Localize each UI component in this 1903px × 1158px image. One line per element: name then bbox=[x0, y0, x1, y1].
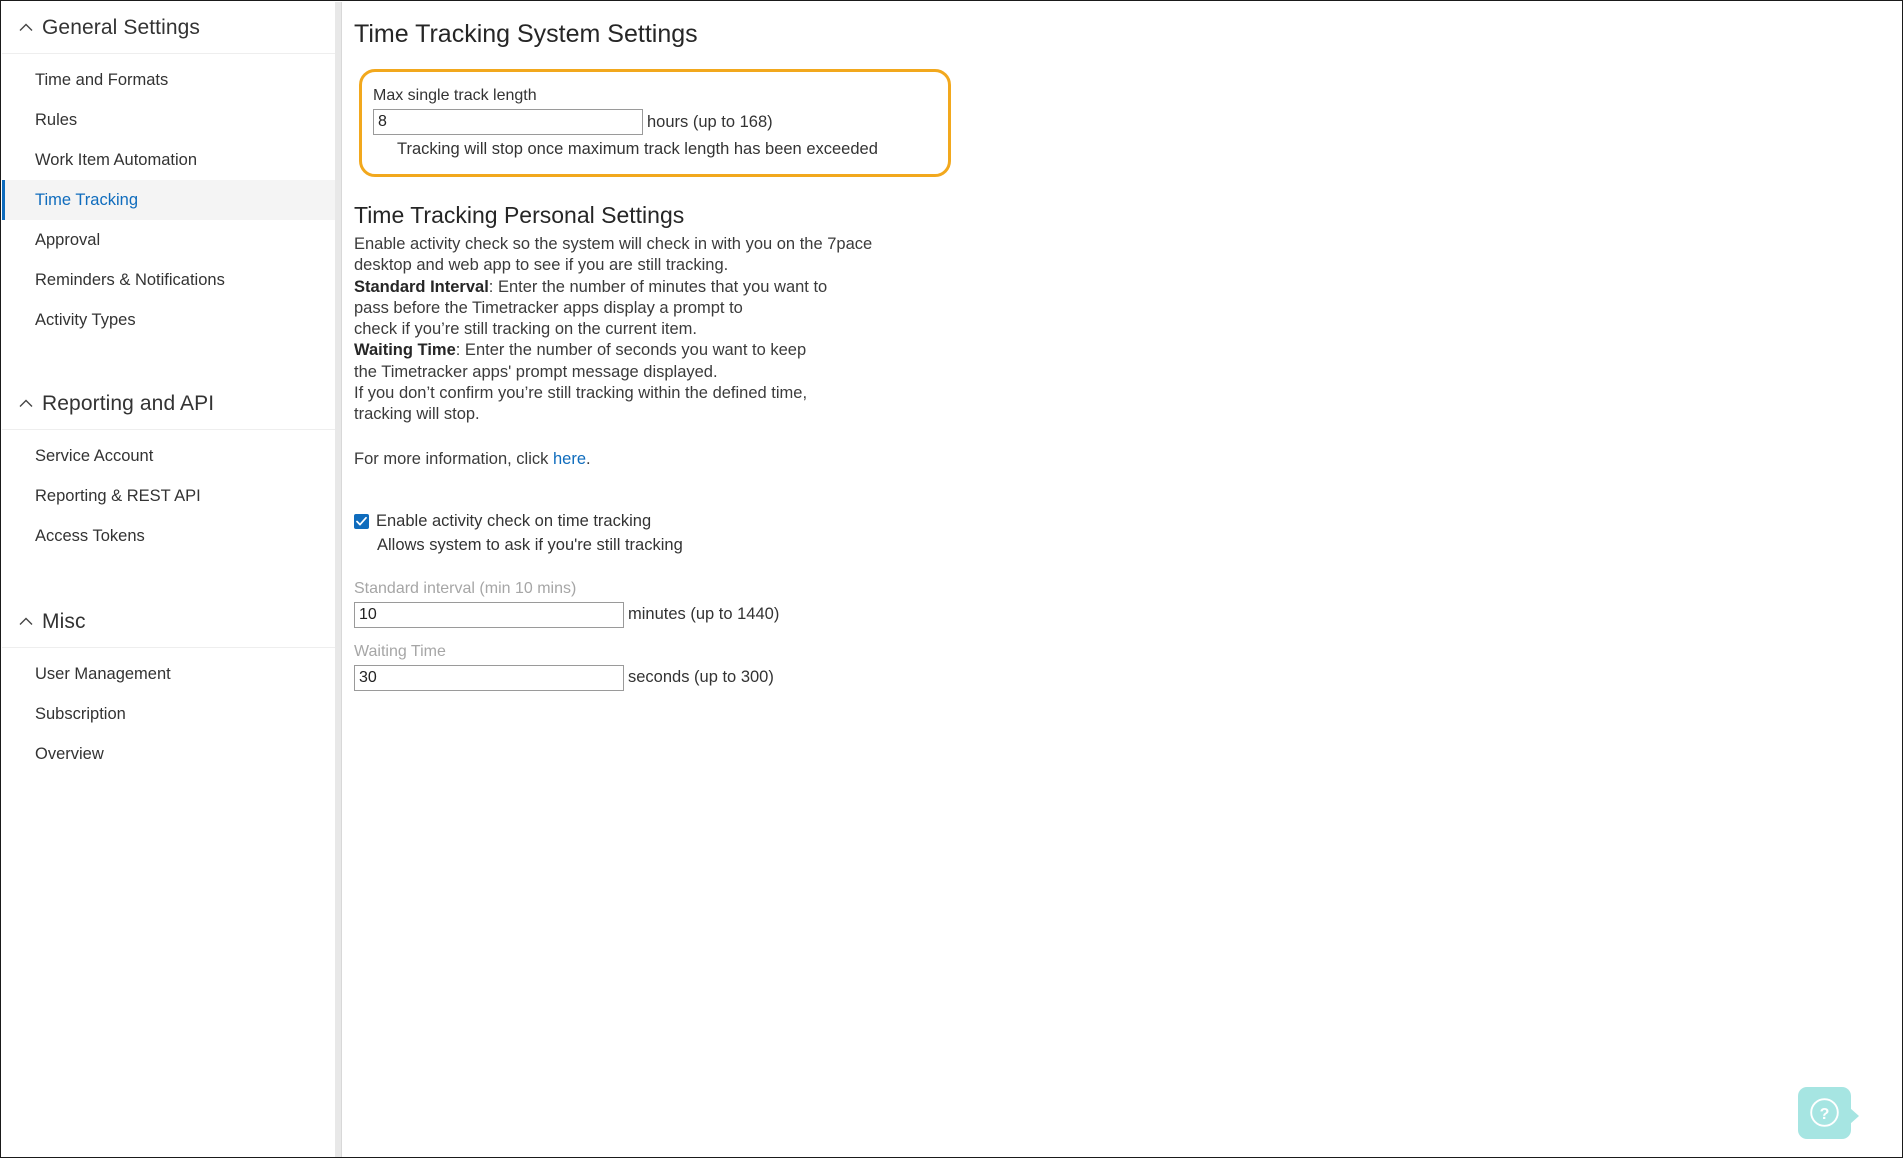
sidebar-item-rules[interactable]: Rules bbox=[2, 100, 335, 140]
nav-group-title: Reporting and API bbox=[42, 391, 215, 415]
sidebar-item-label: Reporting & REST API bbox=[35, 486, 201, 505]
standard-interval-label: Standard interval (min 10 mins) bbox=[354, 579, 577, 597]
nav-group-reporting-and-api[interactable]: Reporting and API bbox=[2, 378, 335, 430]
waiting-time-line-2: the Timetracker apps' prompt message dis… bbox=[354, 362, 718, 381]
chevron-up-icon bbox=[16, 18, 36, 38]
standard-interval-term: Standard Interval bbox=[354, 277, 489, 296]
sidebar-item-time-and-formats[interactable]: Time and Formats bbox=[2, 60, 335, 100]
sidebar-item-label: Subscription bbox=[35, 704, 126, 723]
nav-items-misc: User Management Subscription Overview bbox=[2, 648, 335, 774]
more-information-link[interactable]: here bbox=[553, 450, 586, 468]
sidebar-item-service-account[interactable]: Service Account bbox=[2, 436, 335, 476]
chevron-up-icon bbox=[16, 612, 36, 632]
nav-group-general-settings[interactable]: General Settings bbox=[2, 2, 335, 54]
sidebar-item-access-tokens[interactable]: Access Tokens bbox=[2, 516, 335, 556]
svg-text:?: ? bbox=[1820, 1106, 1830, 1123]
activity-check-row: Enable activity check on time tracking bbox=[354, 511, 1901, 532]
sidebar-item-label: Time and Formats bbox=[35, 70, 169, 89]
sidebar-item-user-management[interactable]: User Management bbox=[2, 654, 335, 694]
nav-items-general-settings: Time and Formats Rules Work Item Automat… bbox=[2, 54, 335, 340]
enable-activity-check-label: Enable activity check on time tracking bbox=[376, 511, 652, 530]
sidebar-item-activity-types[interactable]: Activity Types bbox=[2, 300, 335, 340]
personal-settings-heading: Time Tracking Personal Settings bbox=[354, 202, 685, 228]
sidebar-item-reporting-rest-api[interactable]: Reporting & REST API bbox=[2, 476, 335, 516]
enable-activity-check-checkbox[interactable] bbox=[354, 513, 369, 529]
waiting-time-line-1: : Enter the number of seconds you want t… bbox=[455, 341, 807, 360]
nav-group-spacer bbox=[2, 556, 335, 596]
waiting-time-row: seconds (up to 300) bbox=[354, 664, 1901, 691]
max-track-length-highlight-box: Max single track length hours (up to 168… bbox=[359, 69, 951, 177]
more-information-text: For more information, click here. bbox=[354, 449, 974, 470]
standard-interval-input[interactable] bbox=[354, 601, 624, 628]
settings-sidebar: General Settings Time and Formats Rules … bbox=[2, 2, 335, 1157]
waiting-time-term: Waiting Time bbox=[354, 341, 456, 360]
sidebar-item-subscription[interactable]: Subscription bbox=[2, 694, 335, 734]
max-track-length-hint: Tracking will stop once maximum track le… bbox=[397, 140, 878, 158]
question-mark-icon: ? bbox=[1809, 1097, 1840, 1133]
sidebar-item-label: Rules bbox=[35, 110, 78, 129]
sidebar-item-time-tracking[interactable]: Time Tracking bbox=[2, 180, 335, 220]
standard-interval-line-3: check if you’re still tracking on the cu… bbox=[354, 320, 697, 339]
sidebar-item-overview[interactable]: Overview bbox=[2, 734, 335, 774]
sidebar-item-work-item-automation[interactable]: Work Item Automation bbox=[2, 140, 335, 180]
settings-page: General Settings Time and Formats Rules … bbox=[0, 0, 1903, 1158]
standard-interval-field: Standard interval (min 10 mins) minutes … bbox=[354, 578, 1901, 628]
max-track-length-row: hours (up to 168) bbox=[373, 109, 932, 135]
sidebar-item-label: Approval bbox=[35, 230, 101, 249]
sidebar-item-label: Reminders & Notifications bbox=[35, 270, 225, 289]
waiting-time-field: Waiting Time seconds (up to 300) bbox=[354, 641, 1901, 691]
checkmark-icon bbox=[356, 516, 367, 526]
max-track-length-input[interactable] bbox=[373, 109, 643, 135]
intro-line-2: desktop and web app to see if you are st… bbox=[354, 256, 729, 275]
more-info-prefix: For more information, click bbox=[354, 449, 553, 468]
page-title: Time Tracking System Settings bbox=[354, 20, 698, 48]
standard-interval-row: minutes (up to 1440) bbox=[354, 601, 1901, 628]
sidebar-item-label: Work Item Automation bbox=[35, 150, 198, 169]
waiting-time-input[interactable] bbox=[354, 664, 624, 691]
sidebar-item-label: Activity Types bbox=[35, 310, 136, 329]
nav-items-reporting-and-api: Service Account Reporting & REST API Acc… bbox=[2, 430, 335, 556]
sidebar-item-label: Service Account bbox=[35, 446, 154, 465]
nav-group-title: Misc bbox=[42, 609, 86, 633]
intro-line-1: Enable activity check so the system will… bbox=[354, 235, 873, 253]
max-track-length-label: Max single track length bbox=[373, 87, 537, 104]
nav-group-title: General Settings bbox=[42, 15, 201, 39]
chevron-up-icon bbox=[16, 394, 36, 414]
standard-interval-line-1: : Enter the number of minutes that you w… bbox=[488, 277, 828, 296]
main-content: Time Tracking System Settings Max single… bbox=[343, 2, 1901, 1156]
standard-interval-line-2: pass before the Timetracker apps display… bbox=[354, 298, 743, 317]
waiting-time-unit: seconds (up to 300) bbox=[628, 668, 774, 687]
sidebar-item-label: Time Tracking bbox=[35, 190, 138, 209]
sidebar-item-label: User Management bbox=[35, 664, 171, 683]
sidebar-item-reminders-notifications[interactable]: Reminders & Notifications bbox=[2, 260, 335, 300]
waiting-time-line-4: tracking will stop. bbox=[354, 405, 480, 424]
waiting-time-line-3: If you don’t confirm you’re still tracki… bbox=[354, 384, 808, 403]
help-button[interactable]: ? bbox=[1798, 1087, 1859, 1139]
sidebar-item-label: Access Tokens bbox=[35, 526, 145, 545]
sidebar-divider bbox=[335, 2, 342, 1157]
help-bubble-tail bbox=[1850, 1108, 1859, 1124]
more-info-suffix: . bbox=[586, 449, 591, 468]
max-track-length-unit: hours (up to 168) bbox=[647, 112, 773, 131]
enable-activity-check-sublabel: Allows system to ask if you're still tra… bbox=[377, 535, 683, 554]
personal-settings-description: Enable activity check so the system will… bbox=[354, 234, 974, 426]
standard-interval-unit: minutes (up to 1440) bbox=[628, 605, 780, 624]
sidebar-item-approval[interactable]: Approval bbox=[2, 220, 335, 260]
waiting-time-label: Waiting Time bbox=[354, 642, 446, 660]
nav-group-misc[interactable]: Misc bbox=[2, 596, 335, 648]
nav-group-spacer bbox=[2, 340, 335, 378]
sidebar-item-label: Overview bbox=[35, 744, 104, 763]
